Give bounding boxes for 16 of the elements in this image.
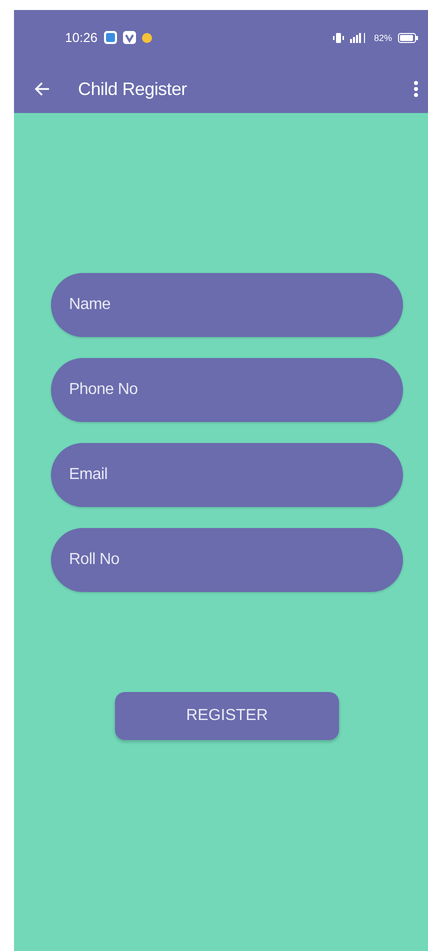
input-field[interactable]: Phone No bbox=[51, 358, 403, 422]
signal-icon bbox=[350, 32, 368, 42]
input-field[interactable]: Roll No bbox=[51, 528, 403, 592]
battery-percent: 82% bbox=[374, 32, 392, 42]
more-menu-icon[interactable] bbox=[414, 81, 418, 97]
input-field[interactable]: Email bbox=[51, 443, 403, 507]
register-button[interactable]: REGISTER bbox=[115, 692, 339, 740]
vibrate-icon bbox=[332, 32, 344, 42]
emoji-icon bbox=[142, 32, 152, 42]
status-time: 10:26 bbox=[65, 30, 98, 45]
input-field[interactable]: Name bbox=[51, 273, 403, 337]
back-arrow-icon[interactable] bbox=[34, 82, 50, 96]
screen-title: Child Register bbox=[78, 78, 188, 100]
app-icon bbox=[122, 31, 136, 44]
battery-icon bbox=[398, 32, 418, 42]
app-icon bbox=[104, 31, 117, 44]
